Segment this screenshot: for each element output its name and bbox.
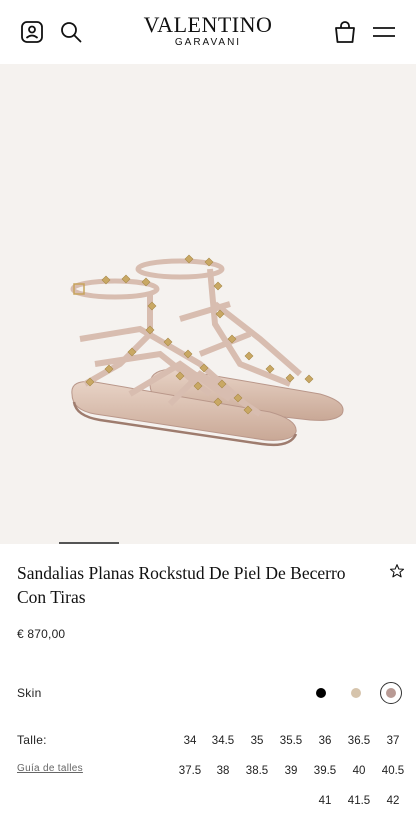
size-option[interactable]: 40.5 — [376, 761, 410, 781]
gallery-indicator — [59, 542, 119, 544]
size-option[interactable]: 39 — [274, 761, 308, 781]
size-option[interactable]: 35.5 — [274, 731, 308, 751]
color-swatch-beige[interactable] — [345, 682, 367, 704]
shopping-bag-icon — [335, 21, 355, 43]
header: VALENTINO GARAVANI — [0, 0, 416, 64]
swatch-dot — [316, 688, 326, 698]
swatch-dot — [351, 688, 361, 698]
color-swatch-black[interactable] — [310, 682, 332, 704]
size-option[interactable]: 42 — [376, 791, 410, 811]
size-option[interactable]: 38 — [206, 761, 240, 781]
menu-button[interactable] — [368, 16, 400, 48]
size-option[interactable]: 34.5 — [206, 731, 240, 751]
product-image[interactable] — [0, 64, 416, 544]
size-guide-link[interactable]: Guía de talles — [17, 763, 83, 774]
size-option[interactable]: 37 — [376, 731, 410, 751]
product-price: € 870,00 — [17, 627, 66, 641]
size-option[interactable]: 36 — [308, 731, 342, 751]
size-option[interactable]: 35 — [240, 731, 274, 751]
size-option[interactable]: 36.5 — [342, 731, 376, 751]
size-option[interactable]: 40 — [342, 761, 376, 781]
color-label: Skin — [17, 686, 42, 700]
sandal-image — [70, 254, 344, 447]
cart-button[interactable] — [329, 16, 361, 48]
size-label: Talle: — [17, 733, 47, 747]
star-icon — [389, 564, 405, 578]
size-option[interactable]: 41.5 — [342, 791, 376, 811]
size-option[interactable]: 38.5 — [240, 761, 274, 781]
size-option[interactable]: 34 — [173, 731, 207, 751]
swatch-dot — [386, 688, 396, 698]
menu-icon — [373, 27, 395, 37]
color-swatch-rose[interactable] — [380, 682, 402, 704]
size-option[interactable]: 39.5 — [308, 761, 342, 781]
size-option[interactable]: 37.5 — [173, 761, 207, 781]
wishlist-button[interactable] — [386, 560, 408, 582]
size-option[interactable]: 41 — [308, 791, 342, 811]
product-title: Sandalias Planas Rockstud De Piel De Bec… — [17, 563, 346, 607]
